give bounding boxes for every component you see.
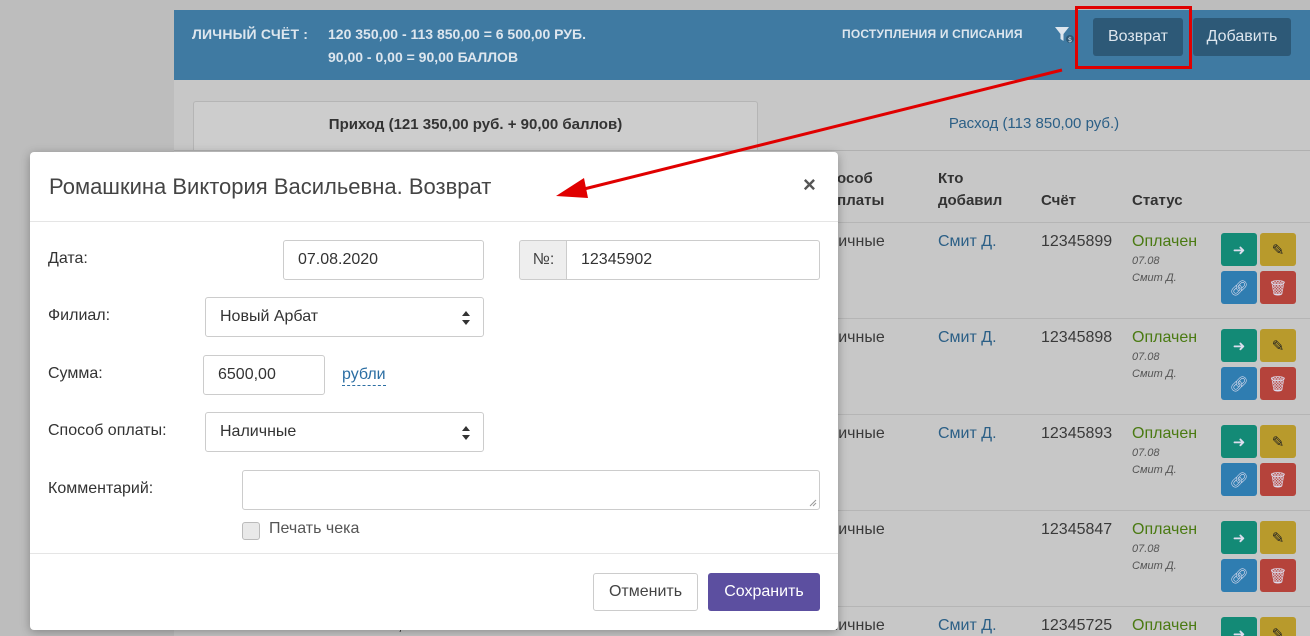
number-field[interactable]: 12345902 (566, 240, 820, 280)
edit-icon[interactable]: ✎ (1260, 233, 1296, 266)
row-added-by[interactable]: Смит Д. (938, 617, 997, 635)
row-invoice: 12345899 (1041, 233, 1113, 250)
row-status: Оплачен (1132, 521, 1198, 538)
print-receipt-label[interactable]: Печать чека (269, 520, 359, 538)
comment-label: Комментарий: (48, 480, 154, 497)
account-balance-rub: 120 350,00 - 113 850,00 = 6 500,00 РУБ. (328, 26, 586, 42)
row-status-date: 07.08 (1132, 447, 1160, 459)
branch-label: Филиал: (48, 307, 111, 324)
modal-title: Ромашкина Виктория Васильевна. Возврат (49, 174, 492, 199)
account-label: ЛИЧНЫЙ СЧЁТ : (192, 26, 309, 42)
export-icon[interactable]: ➜ (1221, 521, 1257, 554)
sum-label: Сумма: (48, 365, 103, 382)
col-header-status: Статус (1132, 192, 1183, 209)
row-status-date: 07.08 (1132, 543, 1160, 555)
row-status: Оплачен (1132, 425, 1198, 442)
export-icon[interactable]: ➜ (1221, 233, 1257, 266)
row-status-date: 07.08 (1132, 351, 1160, 363)
edit-icon[interactable]: ✎ (1260, 425, 1296, 458)
return-modal: Ромашкина Виктория Васильевна. Возврат ×… (30, 152, 838, 630)
modal-header-divider (30, 221, 838, 222)
payment-select-value: Наличные (220, 423, 297, 440)
row-status-by: Смит Д. (1132, 272, 1177, 284)
export-icon[interactable]: ➜ (1221, 329, 1257, 362)
export-icon[interactable]: ➜ (1221, 425, 1257, 458)
row-status: Оплачен (1132, 329, 1198, 346)
sum-field[interactable]: 6500,00 (203, 355, 325, 395)
tab-income[interactable]: Приход (121 350,00 руб. + 90,00 баллов) (193, 101, 758, 151)
trash-icon[interactable]: 🗑︎ (1260, 271, 1296, 304)
row-status-by: Смит Д. (1132, 560, 1177, 572)
row-added-by[interactable]: Смит Д. (938, 425, 997, 443)
row-status-date: 07.08 (1132, 255, 1160, 267)
row-invoice: 12345898 (1041, 329, 1113, 346)
trash-icon[interactable]: 🗑︎ (1260, 559, 1296, 592)
save-button[interactable]: Сохранить (708, 573, 820, 611)
highlight-annotation (1075, 6, 1192, 69)
trash-icon[interactable]: 🗑︎ (1260, 463, 1296, 496)
modal-footer-divider (30, 553, 838, 554)
date-field[interactable]: 07.08.2020 (283, 240, 484, 280)
select-arrows-icon (462, 426, 470, 440)
payment-select[interactable]: Наличные (205, 412, 484, 452)
trash-icon[interactable]: 🗑︎ (1260, 367, 1296, 400)
edit-icon[interactable]: ✎ (1260, 617, 1296, 636)
row-invoice: 12345725 (1041, 617, 1113, 634)
col-header-invoice: Счёт (1041, 192, 1077, 209)
link-icon[interactable]: 🔗︎ (1221, 271, 1257, 304)
edit-icon[interactable]: ✎ (1260, 329, 1296, 362)
comment-field[interactable] (242, 470, 820, 510)
cancel-button[interactable]: Отменить (593, 573, 698, 611)
link-icon[interactable]: 🔗︎ (1221, 463, 1257, 496)
tab-expense[interactable]: Расход (113 850,00 руб.) (758, 101, 1310, 151)
link-icon[interactable]: 🔗︎ (1221, 367, 1257, 400)
tab-divider (174, 150, 1310, 151)
close-icon[interactable]: × (803, 172, 816, 198)
account-balance-points: 90,00 - 0,00 = 90,00 БАЛЛОВ (328, 49, 519, 65)
svg-text:$: $ (1068, 36, 1072, 44)
row-invoice: 12345847 (1041, 521, 1113, 538)
row-status-by: Смит Д. (1132, 464, 1177, 476)
date-label: Дата: (48, 250, 88, 267)
currency-link[interactable]: рубли (342, 365, 386, 386)
export-icon[interactable]: ➜ (1221, 617, 1257, 636)
branch-select[interactable]: Новый Арбат (205, 297, 484, 337)
print-receipt-checkbox[interactable] (242, 522, 260, 540)
flow-link[interactable]: ПОСТУПЛЕНИЯ И СПИСАНИЯ (842, 27, 1023, 41)
col-header-added-by: Кто добавил (938, 170, 1003, 209)
row-status: Оплачен (1132, 617, 1198, 634)
row-added-by[interactable]: Смит Д. (938, 329, 997, 347)
row-status: Оплачен (1132, 233, 1198, 250)
select-arrows-icon (462, 311, 470, 325)
resize-grip-icon[interactable] (809, 499, 817, 507)
payment-label: Способ оплаты: (48, 422, 167, 439)
filter-icon[interactable]: $ (1054, 26, 1074, 44)
add-button[interactable]: Добавить (1193, 18, 1291, 56)
number-addon: №: (519, 240, 567, 280)
branch-select-value: Новый Арбат (220, 308, 319, 325)
row-added-by[interactable]: Смит Д. (938, 233, 997, 251)
row-status-by: Смит Д. (1132, 368, 1177, 380)
row-invoice: 12345893 (1041, 425, 1113, 442)
edit-icon[interactable]: ✎ (1260, 521, 1296, 554)
link-icon[interactable]: 🔗︎ (1221, 559, 1257, 592)
